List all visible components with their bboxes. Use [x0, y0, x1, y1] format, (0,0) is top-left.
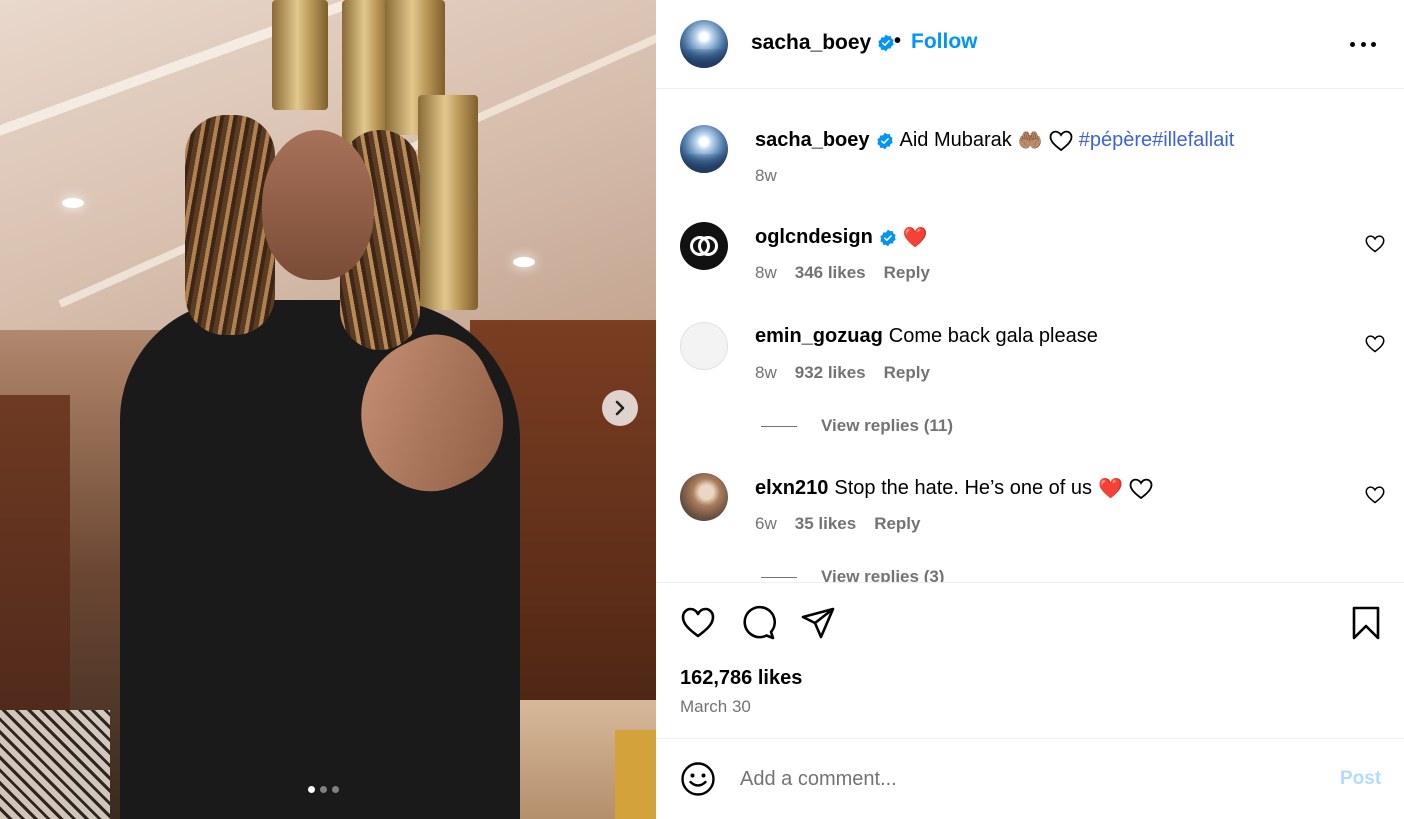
author-avatar[interactable] — [680, 20, 728, 68]
comment-username[interactable]: oglcndesign — [755, 226, 873, 249]
emoji-smiley-icon[interactable] — [680, 761, 716, 797]
carousel-next-button[interactable] — [602, 390, 638, 426]
view-replies-label[interactable]: View replies (11) — [821, 416, 953, 436]
comment-bubble-icon[interactable] — [740, 605, 776, 641]
white-heart-emoji-icon — [1129, 478, 1153, 499]
pendant-lamp — [418, 95, 478, 310]
person-hair — [185, 115, 275, 335]
instagram-post-view: sacha_boey • Follow sacha_boey Aid Mubar… — [0, 0, 1404, 819]
white-heart-emoji-icon — [1049, 130, 1073, 151]
likes-count[interactable]: 162,786 likes — [680, 667, 802, 690]
comment-like-heart-icon[interactable] — [1365, 334, 1385, 354]
more-options-icon — [1350, 41, 1355, 47]
verified-badge-icon — [878, 34, 894, 52]
caption-age[interactable]: 8w — [755, 166, 777, 186]
chevron-right-icon — [615, 400, 625, 416]
comment-age[interactable]: 8w — [755, 263, 777, 283]
caption-text: Aid Mubarak — [899, 129, 1012, 151]
share-paper-plane-icon[interactable] — [800, 605, 836, 641]
comment-composer: Post — [656, 740, 1404, 819]
carousel-dot — [332, 786, 339, 793]
post-details-panel: sacha_boey • Follow sacha_boey Aid Mubar… — [656, 0, 1404, 819]
patterned-cushion — [0, 710, 110, 819]
replies-divider — [761, 576, 797, 578]
caption-author-avatar[interactable] — [680, 125, 728, 173]
add-comment-input[interactable] — [740, 762, 1320, 796]
post-header: sacha_boey • Follow — [656, 0, 1404, 89]
red-heart-emoji: ❤️ — [1097, 478, 1123, 500]
replies-divider — [761, 425, 797, 427]
comment-likes[interactable]: 932 likes — [795, 363, 866, 383]
comment-text: Stop the hate. He’s one of us — [834, 477, 1092, 499]
header-separator: • — [894, 30, 902, 52]
save-bookmark-icon[interactable] — [1348, 605, 1384, 641]
caption-hashtags[interactable]: #pépère#illefallait — [1079, 129, 1235, 152]
pendant-lamp — [272, 0, 328, 110]
carousel-dot-active — [308, 786, 315, 793]
author-username[interactable]: sacha_boey — [751, 31, 871, 55]
comment-text: Come back gala please — [888, 325, 1098, 347]
verified-badge-icon — [876, 132, 893, 149]
post-image[interactable] — [0, 0, 656, 819]
praying-hands-emoji: 🤲🏽 — [1017, 130, 1043, 152]
ceiling-spotlight — [62, 198, 84, 208]
view-replies-label[interactable]: View replies (3) — [821, 567, 944, 582]
ceiling-spotlight — [513, 257, 535, 267]
comment-username[interactable]: emin_gozuag — [755, 325, 883, 348]
comment-reply-button[interactable]: Reply — [874, 514, 920, 534]
like-heart-icon[interactable] — [680, 605, 716, 641]
comment-reply-button[interactable]: Reply — [884, 263, 930, 283]
comment-likes[interactable]: 346 likes — [795, 263, 866, 283]
comment-reply-button[interactable]: Reply — [884, 363, 930, 383]
person-face — [262, 130, 374, 280]
view-replies-button[interactable]: View replies (3) — [761, 567, 944, 582]
commenter-avatar[interactable] — [680, 222, 728, 270]
post-comment-button[interactable]: Post — [1340, 768, 1381, 790]
pillow — [615, 730, 656, 819]
comment-username[interactable]: elxn210 — [755, 477, 828, 500]
carousel-dot — [320, 786, 327, 793]
post-date[interactable]: March 30 — [680, 697, 751, 717]
view-replies-button[interactable]: View replies (11) — [761, 416, 953, 436]
commenter-avatar[interactable] — [680, 473, 728, 521]
commenter-avatar[interactable] — [680, 322, 728, 370]
comment-age[interactable]: 6w — [755, 514, 777, 534]
comment-like-heart-icon[interactable] — [1365, 485, 1385, 505]
follow-button[interactable]: Follow — [911, 30, 978, 54]
comment-text: ❤️ — [902, 227, 928, 249]
comments-list[interactable]: sacha_boey Aid Mubarak 🤲🏽 #pépère#illefa… — [656, 90, 1404, 582]
verified-badge-icon — [880, 229, 896, 246]
comment-age[interactable]: 8w — [755, 363, 777, 383]
comment-likes[interactable]: 35 likes — [795, 514, 856, 534]
caption-author-username[interactable]: sacha_boey — [755, 129, 870, 152]
carousel-indicator — [308, 786, 339, 793]
oglcn-logo-icon — [690, 236, 718, 256]
more-options-button[interactable] — [1350, 32, 1376, 56]
comment-like-heart-icon[interactable] — [1365, 234, 1385, 254]
post-actions: 162,786 likes March 30 — [656, 582, 1404, 739]
author-username-row[interactable]: sacha_boey — [751, 31, 895, 55]
